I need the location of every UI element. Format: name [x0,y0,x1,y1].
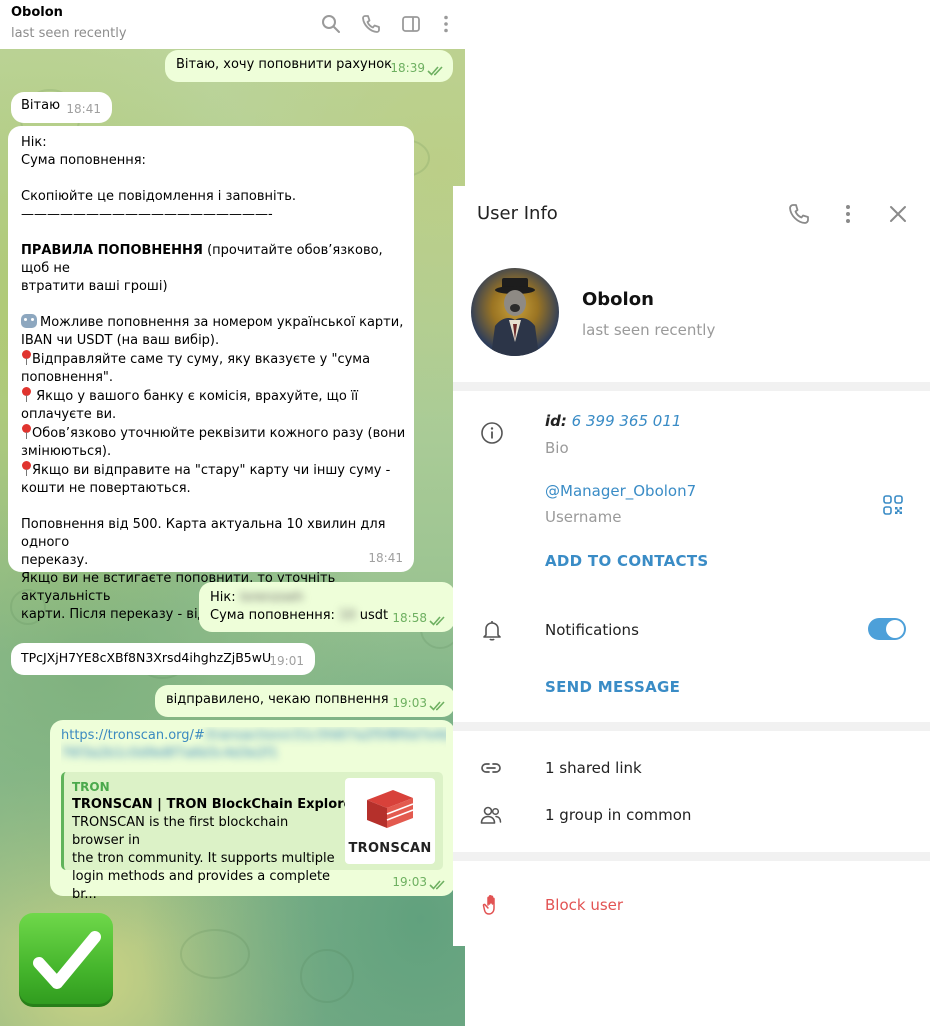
link-icon [479,756,503,780]
phone-icon[interactable] [360,13,382,35]
message-outgoing[interactable]: Вітаю, хочу поповнити рахунок 18:39 [165,50,453,82]
pushpin-icon [21,387,31,402]
add-to-contacts-button[interactable]: ADD TO CONTACTS [545,552,708,570]
chat-status: last seen recently [11,26,127,41]
chat-title[interactable]: Obolon [11,5,63,20]
hand-stop-icon [480,893,504,917]
chat-header[interactable]: Obolon last seen recently [0,0,465,49]
message-time: 18:41 [66,102,101,116]
group-icon [479,803,503,827]
section-divider [453,382,930,391]
message-text: Вітаю [21,98,61,113]
message-incoming[interactable]: Вітаю 18:41 [11,92,112,123]
notifications-toggle[interactable] [868,618,906,640]
profile-status: last seen recently [582,321,716,339]
message-outgoing[interactable]: https://tronscan.org/#/transaction/c51c5… [50,720,455,902]
panel-title: User Info [477,203,558,224]
double-check-icon [429,615,447,626]
preview-title: TRONSCAN | TRON BlockChain Explorer [72,797,359,812]
link-preview[interactable]: TRON TRONSCAN | TRON BlockChain Explorer… [61,772,443,902]
double-check-icon [427,65,445,76]
message-text: Вітаю, хочу поповнити рахунок [176,57,393,72]
message-time: 18:39 [390,61,425,75]
thumbnail-label: TRONSCAN [348,841,432,856]
message-link[interactable]: https://tronscan.org/#/transaction/c51c5… [61,727,446,767]
info-icon [480,421,504,445]
search-icon[interactable] [320,13,342,35]
username-value[interactable]: @Manager_Obolon7 [545,482,696,500]
pushpin-icon [21,461,31,476]
message-time: 18:41 [368,551,403,565]
message-outgoing[interactable]: Нік: lorenzoeh Сума поповнення: 10 usdt … [199,582,455,632]
bio-label: Bio [545,439,569,457]
bell-icon [480,618,504,642]
preview-thumbnail: TRONSCAN [345,778,435,864]
robot-icon [21,314,37,328]
chat-window: Obolon last seen recently Вітаю, хочу по… [0,0,465,1026]
message-time: 19:03 [392,875,427,889]
groups-in-common-item[interactable]: 1 group in common [545,806,691,824]
more-vertical-icon[interactable] [435,13,457,35]
message-text: Нік: lorenzoeh Сума поповнення: 10 usdt [210,590,389,623]
message-time: 19:01 [269,654,304,668]
shared-links-item[interactable]: 1 shared link [545,759,642,777]
message-text: відправилено, чекаю попвнення [166,692,389,707]
notifications-label: Notifications [545,621,639,639]
tronscan-logo-icon [367,790,414,828]
avatar[interactable] [471,268,559,356]
phone-icon[interactable] [787,202,811,226]
message-text: Нік: Сума поповнення: Скопіюйте це повід… [21,135,406,622]
pushpin-icon [21,350,31,365]
username-label: Username [545,508,622,526]
block-user-button[interactable]: Block user [545,896,623,914]
close-icon[interactable] [886,202,910,226]
message-outgoing[interactable]: відправилено, чекаю попвнення 19:03 [155,685,455,717]
message-time: 19:03 [392,696,427,710]
message-text: TPcJXjH7YE8cXBf8N3Xrsd4ihghzZjB5wU [21,650,272,665]
double-check-icon [429,879,447,890]
preview-site: TRON [72,780,110,794]
profile-name: Obolon [582,289,654,310]
qr-code-icon[interactable] [881,493,905,517]
message-time: 18:58 [392,611,427,625]
pushpin-icon [21,424,31,439]
section-divider [453,852,930,861]
check-mark-emoji[interactable] [19,913,113,1007]
double-check-icon [429,700,447,711]
section-divider [453,722,930,731]
message-incoming[interactable]: Нік: Сума поповнення: Скопіюйте це повід… [8,126,414,622]
user-info-panel: User Info Obolon last seen recently id: … [453,186,930,946]
sidebar-toggle-icon[interactable] [400,13,422,35]
preview-description: TRONSCAN is the first blockchain browser… [72,815,335,902]
message-incoming[interactable]: TPcJXjH7YE8cXBf8N3Xrsd4ihghzZjB5wU 19:01 [11,643,315,675]
more-vertical-icon[interactable] [836,202,860,226]
send-message-button[interactable]: SEND MESSAGE [545,678,680,696]
user-id[interactable]: id: 6 399 365 011 [545,412,681,430]
